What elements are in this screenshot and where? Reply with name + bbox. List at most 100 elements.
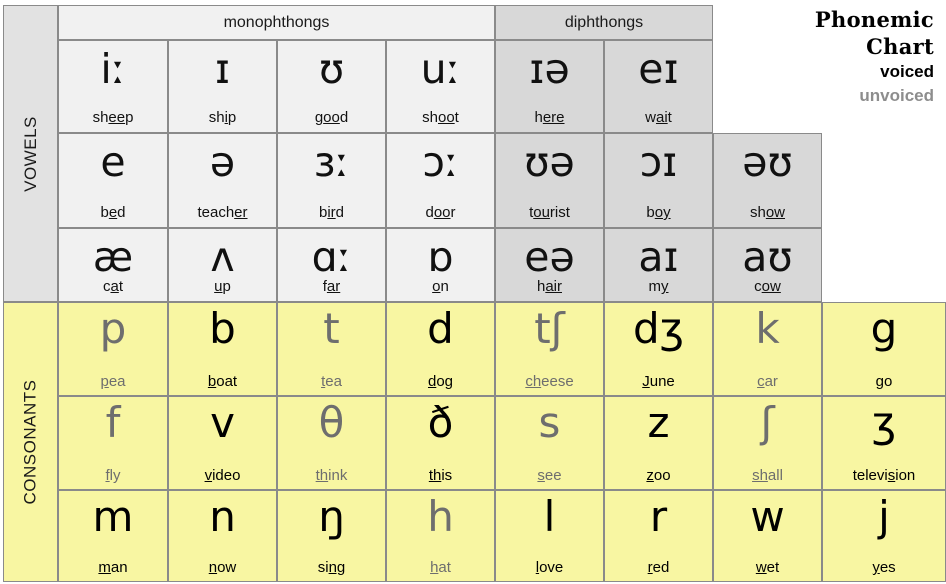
vowel-cell[interactable]: æ cat <box>58 228 168 302</box>
vowel-cell[interactable]: ɪ ship <box>168 40 277 133</box>
consonant-cell[interactable]: v video <box>168 396 277 490</box>
vowel-cell[interactable]: ɔɪ boy <box>604 133 713 228</box>
example-word: red <box>647 559 670 576</box>
phoneme-symbol: j <box>878 492 890 541</box>
example-word: teacher <box>197 204 248 221</box>
phoneme-symbol: ɔː <box>422 138 459 186</box>
vowel-cell[interactable]: ʊ good <box>277 40 386 133</box>
vowel-cell[interactable]: ə teacher <box>168 133 277 228</box>
phoneme-symbol: k <box>755 304 780 353</box>
vowel-cell[interactable]: ʌ up <box>168 228 277 302</box>
consonant-cell[interactable]: dʒ June <box>604 302 713 396</box>
example-word: here <box>534 109 565 126</box>
phoneme-symbol: ð <box>427 398 454 447</box>
legend-voiced: voiced <box>880 62 934 81</box>
example-word: shoot <box>422 109 459 126</box>
phoneme-symbol: eə <box>524 233 575 281</box>
example-word: zoo <box>646 467 671 484</box>
consonant-cell[interactable]: p pea <box>58 302 168 396</box>
phoneme-symbol: t <box>323 304 340 353</box>
consonant-cell[interactable]: k car <box>713 302 822 396</box>
vowel-cell[interactable]: ɑː far <box>277 228 386 302</box>
consonant-cell[interactable]: d dog <box>386 302 495 396</box>
vowel-cell[interactable]: e bed <box>58 133 168 228</box>
consonant-cell[interactable]: t tea <box>277 302 386 396</box>
phoneme-symbol: ɜː <box>313 138 350 186</box>
phoneme-symbol: aʊ <box>742 233 793 281</box>
phoneme-symbol: w <box>750 492 785 541</box>
phoneme-symbol: ʊ <box>318 45 345 93</box>
phoneme-symbol: aɪ <box>638 233 679 281</box>
consonant-cell[interactable]: h hat <box>386 490 495 582</box>
example-word: good <box>314 109 349 126</box>
consonant-cell[interactable]: n now <box>168 490 277 582</box>
consonant-cell[interactable]: f fly <box>58 396 168 490</box>
consonant-cell[interactable]: s see <box>495 396 604 490</box>
consonant-cell[interactable]: tʃ cheese <box>495 302 604 396</box>
phoneme-symbol: r <box>649 492 668 541</box>
example-word: now <box>208 559 237 576</box>
example-word: boy <box>646 204 671 221</box>
example-word: bed <box>100 204 126 221</box>
consonant-cell[interactable]: b boat <box>168 302 277 396</box>
phoneme-symbol: ɪ <box>214 45 231 93</box>
vowel-cell[interactable]: ɒ on <box>386 228 495 302</box>
consonant-cell[interactable]: θ think <box>277 396 386 490</box>
vowel-cell[interactable]: ɜː bird <box>277 133 386 228</box>
consonant-cell[interactable]: z zoo <box>604 396 713 490</box>
consonant-cell[interactable]: ŋ sing <box>277 490 386 582</box>
consonant-cell[interactable]: w wet <box>713 490 822 582</box>
consonant-cell[interactable]: r red <box>604 490 713 582</box>
phoneme-symbol: ʌ <box>210 233 235 281</box>
example-word: car <box>757 373 778 390</box>
phoneme-symbol: tʃ <box>534 304 565 353</box>
page-title-line1: Phonemic <box>814 7 934 32</box>
example-word: tea <box>321 373 342 390</box>
phoneme-symbol: ʒ <box>871 398 897 447</box>
consonant-cell[interactable]: ʒ television <box>822 396 946 490</box>
example-word: pea <box>100 373 126 390</box>
phoneme-symbol: m <box>92 492 134 541</box>
consonant-cell[interactable]: ð this <box>386 396 495 490</box>
section-label-vowels-text: VOWELS <box>20 115 40 192</box>
vowel-cell[interactable]: ɪə here <box>495 40 604 133</box>
vowel-cell[interactable]: eɪ wait <box>604 40 713 133</box>
example-word: go <box>875 373 893 390</box>
example-word: hair <box>536 278 562 295</box>
phoneme-symbol: ɔɪ <box>639 138 678 186</box>
consonant-cell[interactable]: ʃ shall <box>713 396 822 490</box>
legend-unvoiced: unvoiced <box>859 86 934 105</box>
phoneme-symbol: eɪ <box>638 45 679 93</box>
header-monophthongs: monophthongs <box>58 5 495 40</box>
consonant-cell[interactable]: m man <box>58 490 168 582</box>
phoneme-symbol: θ <box>318 398 345 447</box>
example-word: cheese <box>525 373 574 390</box>
example-word: hat <box>430 559 451 576</box>
example-word: see <box>537 467 562 484</box>
vowel-cell[interactable]: ɔː door <box>386 133 495 228</box>
chart-title-block: Phonemic Chart voiced unvoiced <box>704 6 934 108</box>
example-word: television <box>852 467 916 484</box>
vowel-cell[interactable]: iː sheep <box>58 40 168 133</box>
vowel-cell[interactable]: əʊ show <box>713 133 822 228</box>
consonant-cell[interactable]: j yes <box>822 490 946 582</box>
example-word: love <box>535 559 564 576</box>
section-label-vowels: VOWELS <box>3 5 58 302</box>
vowel-cell[interactable]: eə hair <box>495 228 604 302</box>
vowel-cell[interactable]: uː shoot <box>386 40 495 133</box>
example-word: cat <box>102 278 123 295</box>
consonant-cell[interactable]: l love <box>495 490 604 582</box>
vowel-cell[interactable]: ʊə tourist <box>495 133 604 228</box>
phoneme-symbol: əʊ <box>742 138 793 186</box>
example-word: this <box>428 467 453 484</box>
vowel-cell[interactable]: aʊ cow <box>713 228 822 302</box>
phoneme-symbol: e <box>100 138 126 186</box>
example-word: video <box>204 467 241 484</box>
phoneme-symbol: h <box>427 492 454 541</box>
phoneme-symbol: ə <box>209 138 236 186</box>
vowel-cell[interactable]: aɪ my <box>604 228 713 302</box>
consonant-cell[interactable]: g go <box>822 302 946 396</box>
phoneme-symbol: n <box>209 492 236 541</box>
example-word: my <box>648 278 669 295</box>
example-word: up <box>214 278 231 295</box>
